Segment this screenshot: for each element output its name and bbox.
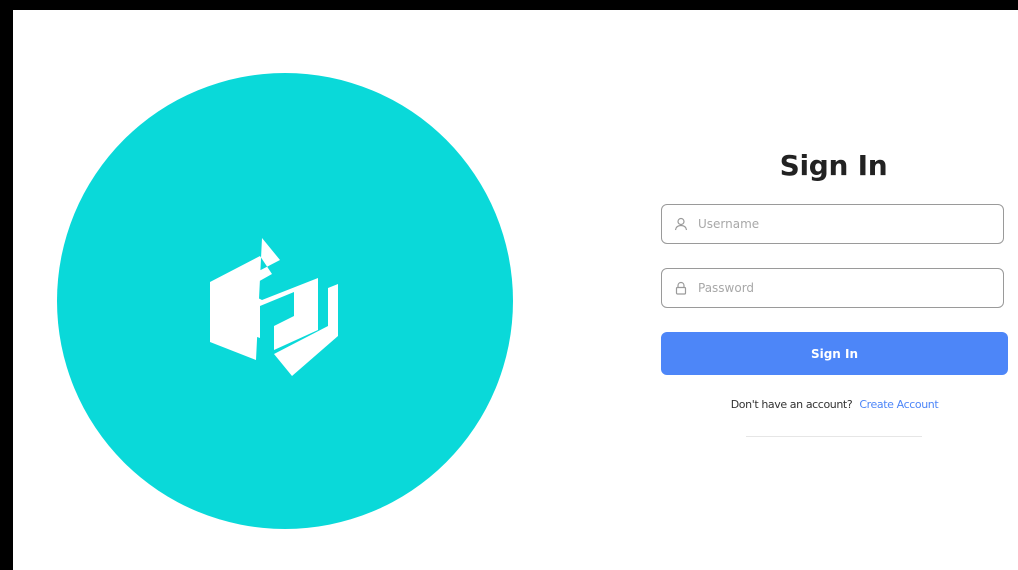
create-account-link[interactable]: Create Account	[859, 398, 938, 411]
username-field[interactable]	[661, 204, 1004, 244]
page-title: Sign In	[779, 149, 888, 182]
divider	[746, 436, 922, 437]
user-icon	[674, 217, 688, 231]
hexagon-s-logo-icon	[210, 238, 338, 376]
password-input[interactable]	[696, 280, 990, 296]
password-field[interactable]	[661, 268, 1004, 308]
create-account-prompt: Don't have an account? Create Account	[661, 398, 1008, 411]
no-account-text: Don't have an account?	[730, 398, 853, 411]
lock-icon	[675, 281, 687, 295]
sign-in-button[interactable]: Sign In	[661, 332, 1008, 375]
username-input[interactable]	[696, 216, 990, 232]
login-page: Sign In Sign In Don't have an account? C…	[13, 10, 1018, 570]
